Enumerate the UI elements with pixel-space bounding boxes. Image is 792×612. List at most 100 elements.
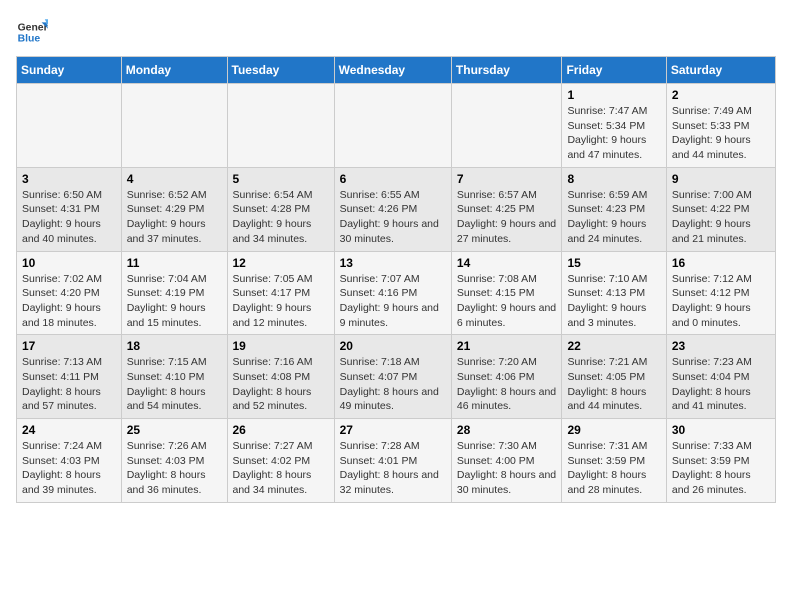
- calendar-cell: 7Sunrise: 6:57 AMSunset: 4:25 PMDaylight…: [451, 167, 562, 251]
- calendar-cell: [451, 84, 562, 168]
- header-monday: Monday: [121, 57, 227, 84]
- day-info: Sunrise: 7:04 AMSunset: 4:19 PMDaylight:…: [127, 272, 222, 331]
- day-number: 22: [567, 339, 660, 353]
- calendar-cell: 20 Sunrise: 7:18 AMSunset: 4:07 PMDayligh…: [334, 335, 451, 419]
- calendar-cell: 1 Sunrise: 7:47 AMSunset: 5:34 PMDaylight…: [562, 84, 666, 168]
- week-row-1: 1 Sunrise: 7:47 AMSunset: 5:34 PMDaylight…: [17, 84, 776, 168]
- calendar-cell: 2 Sunrise: 7:49 AMSunset: 5:33 PMDaylight…: [666, 84, 775, 168]
- day-number: 1: [567, 88, 660, 102]
- header-sunday: Sunday: [17, 57, 122, 84]
- day-number: 24: [22, 423, 116, 437]
- day-info: Sunrise: 7:28 AMSunset: 4:01 PMDaylight:…: [340, 439, 446, 498]
- week-row-4: 17 Sunrise: 7:13 AMSunset: 4:11 PMDayligh…: [17, 335, 776, 419]
- calendar-cell: 25 Sunrise: 7:26 AMSunset: 4:03 PMDayligh…: [121, 419, 227, 503]
- day-info: Sunrise: 7:18 AMSunset: 4:07 PMDaylight:…: [340, 355, 446, 414]
- calendar-cell: 15 Sunrise: 7:10 AMSunset: 4:13 PMDayligh…: [562, 251, 666, 335]
- day-info: Sunrise: 6:50 AMSunset: 4:31 PMDaylight:…: [22, 188, 116, 247]
- logo: General Blue: [16, 16, 48, 48]
- week-row-2: 3 Sunrise: 6:50 AMSunset: 4:31 PMDaylight…: [17, 167, 776, 251]
- day-number: 29: [567, 423, 660, 437]
- calendar-cell: [227, 84, 334, 168]
- day-number: 25: [127, 423, 222, 437]
- calendar-cell: 12 Sunrise: 7:05 AMSunset: 4:17 PMDayligh…: [227, 251, 334, 335]
- week-row-5: 24 Sunrise: 7:24 AMSunset: 4:03 PMDayligh…: [17, 419, 776, 503]
- header-friday: Friday: [562, 57, 666, 84]
- calendar-cell: 14 Sunrise: 7:08 AMSunset: 4:15 PMDayligh…: [451, 251, 562, 335]
- day-info: Sunrise: 7:00 AMSunset: 4:22 PMDaylight:…: [672, 188, 770, 247]
- calendar-table: SundayMondayTuesdayWednesdayThursdayFrid…: [16, 56, 776, 503]
- day-info: Sunrise: 6:52 AMSunset: 4:29 PMDaylight:…: [127, 188, 222, 247]
- day-info: Sunrise: 7:47 AMSunset: 5:34 PMDaylight:…: [567, 104, 660, 163]
- calendar-cell: 5Sunrise: 6:54 AMSunset: 4:28 PMDaylight…: [227, 167, 334, 251]
- day-info: Sunrise: 7:10 AMSunset: 4:13 PMDaylight:…: [567, 272, 660, 331]
- header-saturday: Saturday: [666, 57, 775, 84]
- day-info: Sunrise: 7:07 AMSunset: 4:16 PMDaylight:…: [340, 272, 446, 331]
- day-info: Sunrise: 7:16 AMSunset: 4:08 PMDaylight:…: [233, 355, 329, 414]
- calendar-cell: 21Sunrise: 7:20 AMSunset: 4:06 PMDayligh…: [451, 335, 562, 419]
- day-number: 4: [127, 172, 222, 186]
- day-info: Sunrise: 7:13 AMSunset: 4:11 PMDaylight:…: [22, 355, 116, 414]
- day-info: Sunrise: 7:33 AMSunset: 3:59 PMDaylight:…: [672, 439, 770, 498]
- day-number: 17: [22, 339, 116, 353]
- calendar-cell: [17, 84, 122, 168]
- day-number: 18: [127, 339, 222, 353]
- calendar-cell: 22 Sunrise: 7:21 AMSunset: 4:05 PMDayligh…: [562, 335, 666, 419]
- day-number: 14: [457, 256, 557, 270]
- header-tuesday: Tuesday: [227, 57, 334, 84]
- calendar-cell: 3 Sunrise: 6:50 AMSunset: 4:31 PMDaylight…: [17, 167, 122, 251]
- day-number: 11: [127, 256, 222, 270]
- calendar-cell: 6 Sunrise: 6:55 AMSunset: 4:26 PMDaylight…: [334, 167, 451, 251]
- calendar-cell: 29Sunrise: 7:31 AMSunset: 3:59 PMDayligh…: [562, 419, 666, 503]
- header-wednesday: Wednesday: [334, 57, 451, 84]
- calendar-cell: 23 Sunrise: 7:23 AMSunset: 4:04 PMDayligh…: [666, 335, 775, 419]
- calendar-cell: [121, 84, 227, 168]
- day-number: 6: [340, 172, 446, 186]
- calendar-header-row: SundayMondayTuesdayWednesdayThursdayFrid…: [17, 57, 776, 84]
- calendar-cell: 24 Sunrise: 7:24 AMSunset: 4:03 PMDayligh…: [17, 419, 122, 503]
- day-number: 13: [340, 256, 446, 270]
- calendar-cell: [334, 84, 451, 168]
- calendar-cell: 16Sunrise: 7:12 AMSunset: 4:12 PMDayligh…: [666, 251, 775, 335]
- day-number: 23: [672, 339, 770, 353]
- day-number: 28: [457, 423, 557, 437]
- day-number: 16: [672, 256, 770, 270]
- day-number: 3: [22, 172, 116, 186]
- day-info: Sunrise: 7:05 AMSunset: 4:17 PMDaylight:…: [233, 272, 329, 331]
- day-info: Sunrise: 7:26 AMSunset: 4:03 PMDaylight:…: [127, 439, 222, 498]
- calendar-cell: 13 Sunrise: 7:07 AMSunset: 4:16 PMDayligh…: [334, 251, 451, 335]
- calendar-cell: 28Sunrise: 7:30 AMSunset: 4:00 PMDayligh…: [451, 419, 562, 503]
- calendar-cell: 26 Sunrise: 7:27 AMSunset: 4:02 PMDayligh…: [227, 419, 334, 503]
- calendar-cell: 19Sunrise: 7:16 AMSunset: 4:08 PMDayligh…: [227, 335, 334, 419]
- day-info: Sunrise: 6:59 AMSunset: 4:23 PMDaylight:…: [567, 188, 660, 247]
- calendar-cell: 17 Sunrise: 7:13 AMSunset: 4:11 PMDayligh…: [17, 335, 122, 419]
- day-info: Sunrise: 7:24 AMSunset: 4:03 PMDaylight:…: [22, 439, 116, 498]
- logo-icon: General Blue: [16, 16, 48, 48]
- day-info: Sunrise: 7:20 AMSunset: 4:06 PMDaylight:…: [457, 355, 557, 414]
- day-info: Sunrise: 7:49 AMSunset: 5:33 PMDaylight:…: [672, 104, 770, 163]
- calendar-cell: 11 Sunrise: 7:04 AMSunset: 4:19 PMDayligh…: [121, 251, 227, 335]
- day-info: Sunrise: 7:27 AMSunset: 4:02 PMDaylight:…: [233, 439, 329, 498]
- day-number: 15: [567, 256, 660, 270]
- header-thursday: Thursday: [451, 57, 562, 84]
- day-info: Sunrise: 7:21 AMSunset: 4:05 PMDaylight:…: [567, 355, 660, 414]
- calendar-cell: 4 Sunrise: 6:52 AMSunset: 4:29 PMDaylight…: [121, 167, 227, 251]
- day-number: 30: [672, 423, 770, 437]
- day-number: 2: [672, 88, 770, 102]
- week-row-3: 10Sunrise: 7:02 AMSunset: 4:20 PMDayligh…: [17, 251, 776, 335]
- day-number: 27: [340, 423, 446, 437]
- day-number: 20: [340, 339, 446, 353]
- calendar-cell: 9Sunrise: 7:00 AMSunset: 4:22 PMDaylight…: [666, 167, 775, 251]
- day-number: 12: [233, 256, 329, 270]
- day-info: Sunrise: 7:08 AMSunset: 4:15 PMDaylight:…: [457, 272, 557, 331]
- calendar-cell: 8 Sunrise: 6:59 AMSunset: 4:23 PMDaylight…: [562, 167, 666, 251]
- day-number: 5: [233, 172, 329, 186]
- day-number: 26: [233, 423, 329, 437]
- day-number: 7: [457, 172, 557, 186]
- day-info: Sunrise: 6:55 AMSunset: 4:26 PMDaylight:…: [340, 188, 446, 247]
- calendar-cell: 10Sunrise: 7:02 AMSunset: 4:20 PMDayligh…: [17, 251, 122, 335]
- day-number: 8: [567, 172, 660, 186]
- svg-text:Blue: Blue: [18, 34, 41, 45]
- day-info: Sunrise: 7:23 AMSunset: 4:04 PMDaylight:…: [672, 355, 770, 414]
- calendar-cell: 27 Sunrise: 7:28 AMSunset: 4:01 PMDayligh…: [334, 419, 451, 503]
- day-info: Sunrise: 7:02 AMSunset: 4:20 PMDaylight:…: [22, 272, 116, 331]
